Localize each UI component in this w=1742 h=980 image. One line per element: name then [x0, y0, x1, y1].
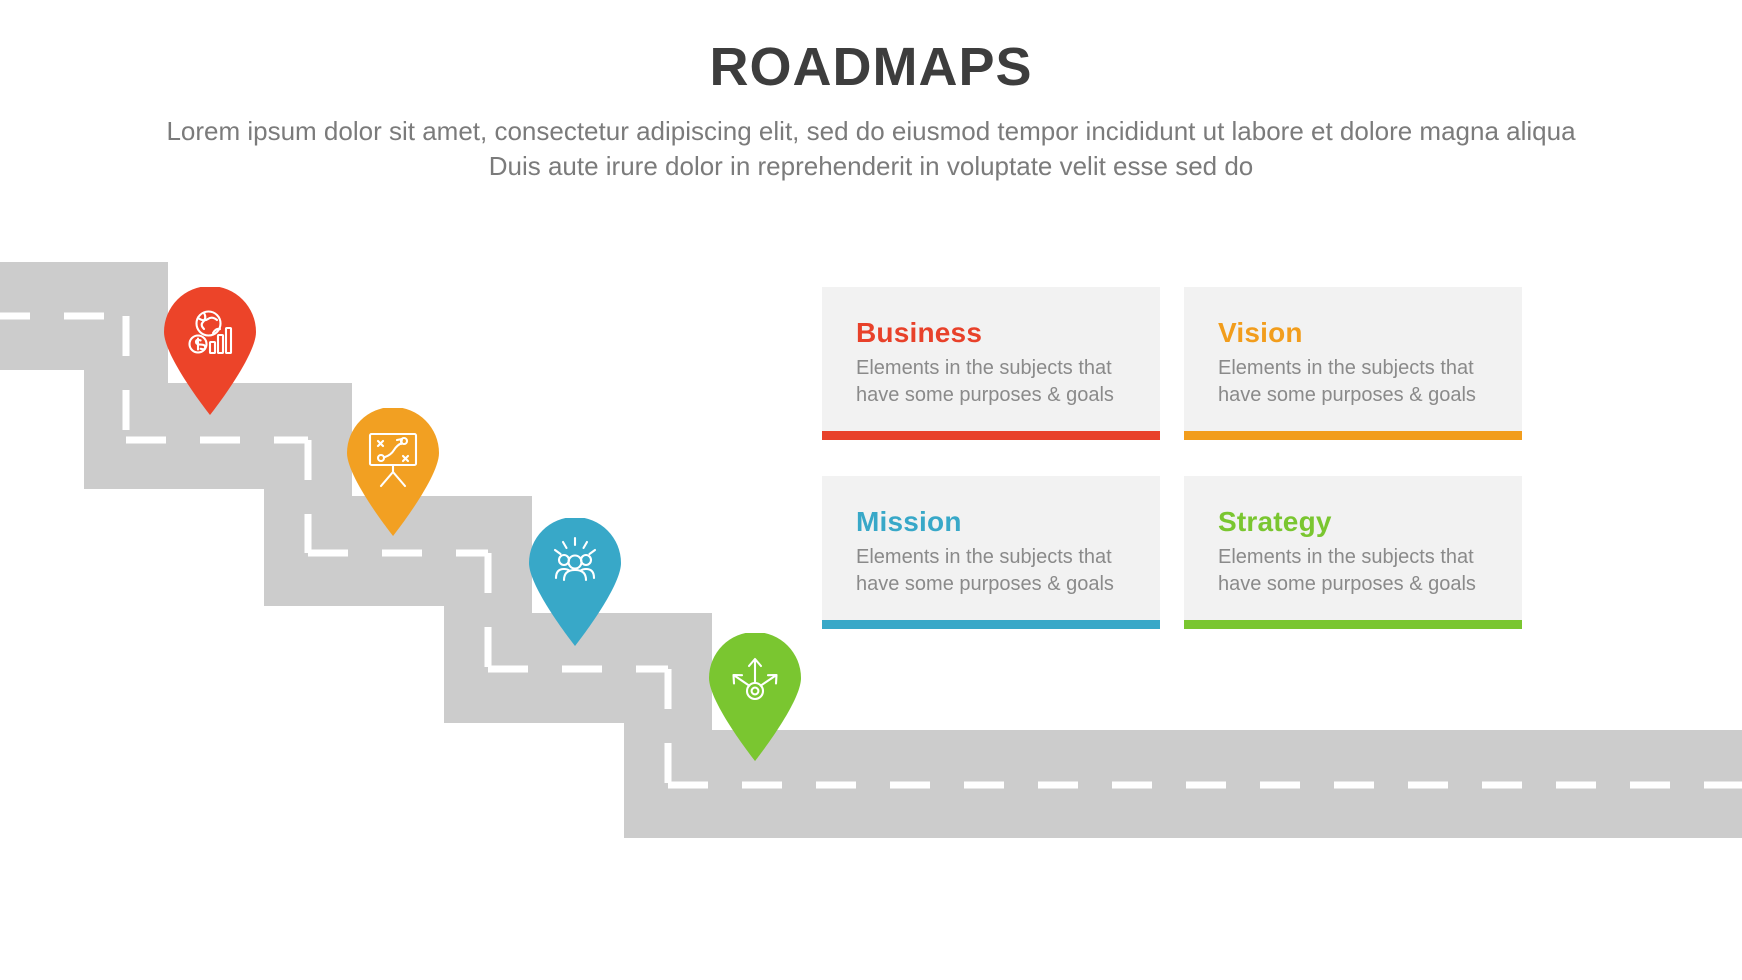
- card-row-top: Business Elements in the subjects that h…: [822, 287, 1522, 440]
- card-business[interactable]: Business Elements in the subjects that h…: [822, 287, 1160, 440]
- pin-shape: [709, 633, 801, 761]
- card-strategy[interactable]: Strategy Elements in the subjects that h…: [1184, 476, 1522, 629]
- card-accent-bar: [1184, 620, 1522, 629]
- card-accent-bar: [1184, 431, 1522, 440]
- card-title: Business: [856, 317, 983, 348]
- card-mission[interactable]: Mission Elements in the subjects that ha…: [822, 476, 1160, 629]
- content-cards: Business Elements in the subjects that h…: [822, 287, 1522, 665]
- card-vision[interactable]: Vision Elements in the subjects that hav…: [1184, 287, 1522, 440]
- page-subtitle: Lorem ipsum dolor sit amet, consectetur …: [166, 116, 1576, 182]
- card-description: Elements in the subjects that have some …: [856, 546, 1114, 595]
- card-title: Mission: [856, 506, 962, 537]
- header: ROADMAPS Lorem ipsum dolor sit amet, con…: [0, 0, 1742, 184]
- card-title: Strategy: [1218, 506, 1332, 537]
- card-title: Vision: [1218, 317, 1303, 348]
- map-pin-strategy[interactable]: [705, 633, 805, 763]
- page-title: ROADMAPS: [709, 37, 1033, 97]
- card-accent-bar: [822, 431, 1160, 440]
- map-pin-business[interactable]: [160, 287, 260, 417]
- card-description: Elements in the subjects that have some …: [1218, 546, 1476, 595]
- card-description: Elements in the subjects that have some …: [1218, 357, 1476, 406]
- card-accent-bar: [822, 620, 1160, 629]
- map-pin-mission[interactable]: [525, 518, 625, 648]
- card-description: Elements in the subjects that have some …: [856, 357, 1114, 406]
- card-row-bottom: Mission Elements in the subjects that ha…: [822, 476, 1522, 629]
- map-pin-vision[interactable]: [343, 408, 443, 538]
